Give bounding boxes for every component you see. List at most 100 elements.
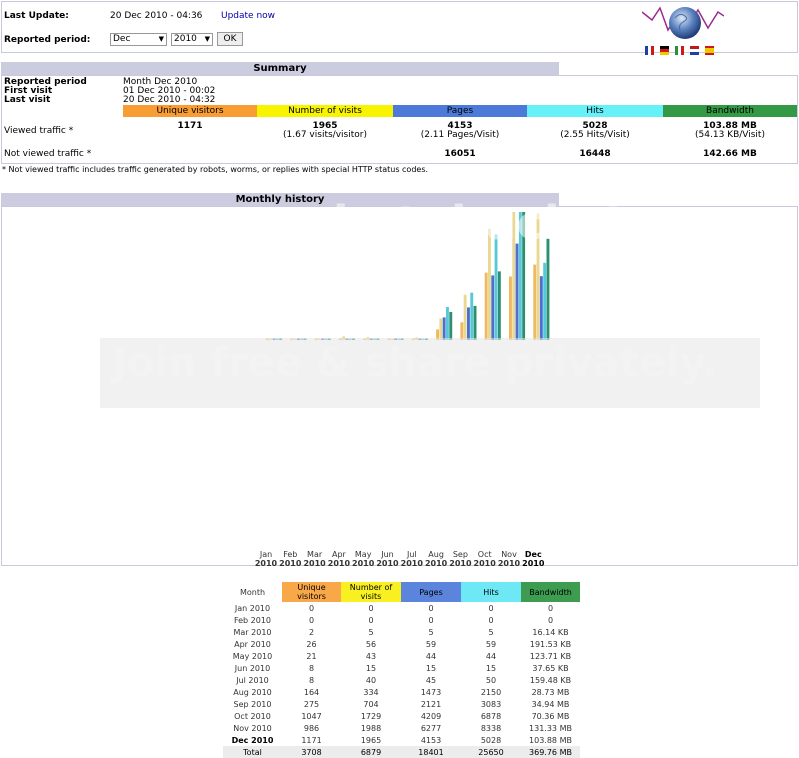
- bar-aug-2010-unique-visitors: [436, 329, 439, 340]
- table-cell: 103.88 MB: [529, 735, 572, 745]
- bar-jul-2010-hits: [421, 338, 425, 340]
- table-cell: 0: [368, 603, 374, 613]
- flag-es-icon[interactable]: [705, 46, 714, 55]
- table-cell: Jul 2010: [236, 675, 269, 685]
- table-cell: 44: [485, 651, 497, 661]
- table-cell: 44: [425, 651, 437, 661]
- table-cell: 6878: [480, 711, 502, 721]
- bar-oct-2010-unique-visitors: [484, 272, 488, 340]
- bar-mar-2010-number-of-visits: [317, 338, 321, 340]
- bar-nov-2010-unique-visitors: [509, 276, 512, 340]
- pages-header: Pages: [393, 105, 527, 117]
- table-cell: 0: [308, 615, 315, 625]
- table-cell: Mar 2010: [233, 627, 272, 637]
- flag-nl-icon[interactable]: [690, 46, 699, 55]
- month-label-year: 2010: [352, 559, 375, 568]
- traffic-footnote: * Not viewed traffic includes traffic ge…: [2, 165, 429, 174]
- viewed-unique: 1171: [177, 121, 203, 131]
- bar-may-2010-number-of-visits: [366, 337, 370, 340]
- table-row: Jun 2010 8 15 15 15 37.65 KB: [223, 662, 580, 674]
- table-cell: 0: [428, 615, 434, 625]
- bar-jul-2010-number-of-visits: [415, 337, 418, 340]
- table-cell: 1965: [360, 735, 382, 745]
- month-label-name: Sep: [452, 550, 468, 559]
- table-cell: 70.36 MB: [531, 711, 570, 721]
- bar-feb-2010-unique-visitors: [290, 338, 294, 340]
- col-bandwidth-header: Bandwidth: [521, 582, 580, 602]
- table-row: Oct 2010 1047 1729 4209 6878 70.36 MB: [223, 710, 580, 722]
- bar-sep-2010-number-of-visits: [463, 294, 467, 340]
- flag-fr-icon[interactable]: [645, 46, 654, 55]
- bar-oct-2010-number-of-visits: [488, 228, 491, 340]
- bar-aug-2010-number-of-visits: [439, 318, 443, 340]
- bar-apr-2010-pages: [345, 338, 349, 340]
- month-label-year: 2010: [303, 559, 326, 568]
- bar-dec-2010-number-of-visits: [536, 213, 540, 340]
- bar-aug-2010-pages: [442, 317, 446, 340]
- bar-oct-2010-pages: [491, 275, 495, 340]
- viewed-bandwidth-sub: (54.13 KB/Visit): [695, 130, 765, 140]
- month-label-name: Jan: [259, 550, 273, 559]
- table-cell: 1047: [301, 711, 322, 721]
- bar-nov-2010-hits: [518, 212, 522, 340]
- bar-apr-2010-bandwidth: [352, 338, 355, 340]
- year-select[interactable]: 2010 ▼: [171, 33, 213, 46]
- table-cell: 8: [308, 663, 315, 673]
- table-cell: 45: [425, 675, 437, 685]
- table-cell: 986: [303, 723, 320, 733]
- table-cell: Jan 2010: [234, 603, 271, 613]
- bar-dec-2010-unique-visitors: [533, 264, 537, 340]
- col-pages-header: Pages: [401, 582, 461, 602]
- ok-button[interactable]: OK: [217, 32, 243, 46]
- table-cell: 28.73 MB: [531, 687, 570, 697]
- table-cell: Aug 2010: [233, 687, 272, 697]
- month-select[interactable]: Dec ▼: [110, 33, 167, 46]
- bar-sep-2010-bandwidth: [473, 305, 477, 340]
- bar-jul-2010-unique-visitors: [411, 338, 415, 340]
- table-cell: 131.33 MB: [529, 723, 572, 733]
- table-cell: 2150: [480, 687, 502, 697]
- bar-jun-2010-hits: [397, 338, 401, 340]
- table-row: Mar 2010 2 5 5 5 16.14 KB: [223, 626, 580, 638]
- table-row: Apr 2010 26 56 59 59 191.53 KB: [223, 638, 580, 650]
- bar-mar-2010-pages: [321, 338, 325, 340]
- month-label: Jun 2010: [376, 550, 400, 568]
- last-visit-label: Last visit: [4, 95, 51, 105]
- month-label-year: 2010: [376, 559, 399, 568]
- bar-mar-2010-bandwidth: [327, 338, 331, 340]
- table-cell: 16.14 KB: [532, 627, 569, 637]
- table-cell: May 2010: [232, 651, 273, 661]
- bar-mar-2010-unique-visitors: [314, 338, 318, 340]
- table-row: Sep 2010 275 704 2121 3083 34.94 MB: [223, 698, 580, 710]
- awstats-logo: [641, 6, 725, 55]
- reported-period-label: Reported period:: [4, 35, 91, 45]
- month-label: Jan 2010: [254, 550, 278, 568]
- bar-apr-2010-unique-visitors: [338, 338, 342, 340]
- flag-it-icon[interactable]: [675, 46, 684, 55]
- hits-header: Hits: [527, 105, 663, 117]
- table-cell: Oct 2010: [234, 711, 271, 721]
- viewed-pages-sub: (2.11 Pages/Visit): [420, 130, 500, 140]
- table-cell: 4209: [420, 711, 442, 721]
- flag-de-icon[interactable]: [660, 46, 669, 55]
- summary-title: Summary: [1, 62, 559, 75]
- bar-nov-2010-pages: [515, 243, 519, 340]
- table-cell: 5: [488, 627, 494, 637]
- table-row: Dec 2010 1171 1965 4153 5028 103.88 MB: [223, 734, 580, 746]
- table-row: Jan 2010 0 0 0 0 0: [223, 602, 580, 614]
- bar-may-2010-bandwidth: [376, 338, 380, 340]
- bar-nov-2010-bandwidth: [522, 212, 526, 340]
- table-cell: 59: [485, 639, 497, 649]
- bar-dec-2010-hits: [543, 262, 547, 340]
- month-label-year: 2010: [473, 559, 496, 568]
- bar-may-2010-pages: [369, 338, 373, 340]
- update-now-link[interactable]: Update now: [221, 11, 275, 21]
- bar-jul-2010-bandwidth: [425, 338, 428, 340]
- visits-header: Number of visits: [257, 105, 393, 117]
- month-label: Mar 2010: [303, 550, 327, 568]
- month-label: Nov 2010: [497, 550, 521, 568]
- table-cell: 275: [303, 699, 320, 709]
- bar-jun-2010-bandwidth: [400, 338, 404, 340]
- table-cell: 369.76 MB: [521, 746, 580, 758]
- bar-may-2010-unique-visitors: [363, 338, 367, 340]
